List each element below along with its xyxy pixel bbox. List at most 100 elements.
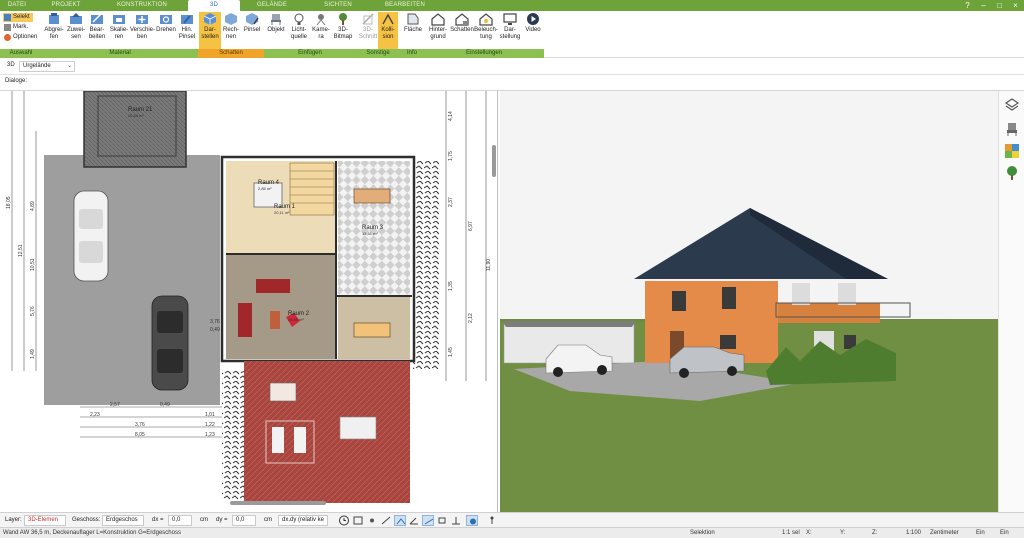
layer-select[interactable]: 3D-Elemen xyxy=(24,515,66,526)
room-1-area: 20,11 m² xyxy=(274,210,290,215)
chair-icon[interactable] xyxy=(1004,121,1020,137)
flaeche-label: Fläche xyxy=(403,27,422,33)
sofa-side[interactable] xyxy=(238,303,252,337)
darstellung-button[interactable]: Dar- stellung xyxy=(498,12,522,49)
kollision-button[interactable]: Kolli- sion xyxy=(378,12,398,49)
geschoss-select[interactable]: Erdgeschos xyxy=(102,515,144,526)
lounger-2[interactable] xyxy=(294,427,306,453)
car-white[interactable] xyxy=(73,190,109,282)
monitor-icon xyxy=(503,13,517,25)
layers-icon[interactable] xyxy=(1004,97,1020,113)
snap-point-icon[interactable] xyxy=(366,515,378,526)
kamera-label: Kame- ra xyxy=(312,27,330,40)
driveway xyxy=(44,155,220,405)
palette-icon[interactable] xyxy=(1004,143,1020,159)
house-shadow-icon xyxy=(455,13,469,26)
clock-icon[interactable] xyxy=(338,515,350,526)
tree-icon[interactable] xyxy=(1004,165,1020,181)
lichtquelle-button[interactable]: Licht- quelle xyxy=(287,12,311,49)
schatten-einstellung-label: Schatten xyxy=(450,27,474,33)
optionen-button[interactable]: Optionen xyxy=(3,33,37,42)
dining-table[interactable] xyxy=(353,188,391,204)
tab-3d[interactable]: 3D xyxy=(188,0,240,11)
3d-bitmap-button[interactable]: 3D- Bitmap xyxy=(331,12,355,49)
schatten-pinsel-button[interactable]: Pinsel xyxy=(241,12,263,49)
snap-active-icon[interactable] xyxy=(466,515,478,526)
plan-horizontal-scrollbar[interactable] xyxy=(230,501,326,505)
status-selektion: Selektion xyxy=(690,530,715,536)
dx-input[interactable]: 0,0 xyxy=(168,515,192,526)
room-2-area: 26,85 m² xyxy=(288,317,304,322)
tab-konstruktion[interactable]: KONSTRUKTION xyxy=(112,0,172,11)
tab-datei[interactable]: DATEI xyxy=(2,0,32,11)
close-icon[interactable]: × xyxy=(1011,1,1020,10)
schatten-darstellen-label: Dar- stellen xyxy=(201,27,219,40)
kitchen-table[interactable] xyxy=(353,322,391,338)
coordinate-mode-select[interactable]: dx,dy (relativ ke xyxy=(278,515,328,526)
objekt-button[interactable]: Objekt xyxy=(265,12,287,49)
status-unit: Zentimeter xyxy=(930,530,959,536)
3d-scene[interactable] xyxy=(500,91,998,512)
tab-sichten[interactable]: SICHTEN xyxy=(318,0,358,11)
tab-projekt[interactable]: PROJEKT xyxy=(46,0,86,11)
drehen-label: Drehen xyxy=(156,27,176,33)
abgreifen-button[interactable]: Abgrei- fen xyxy=(42,12,66,49)
dy-unit: cm xyxy=(264,517,272,523)
eyedropper-icon xyxy=(49,13,59,24)
pin-icon[interactable] xyxy=(486,515,498,526)
snap-edge-icon[interactable] xyxy=(380,515,392,526)
bearbeiten-button[interactable]: Bear- beiten xyxy=(86,12,108,49)
snap-ortho-icon[interactable] xyxy=(422,515,434,526)
terrace[interactable] xyxy=(244,361,410,503)
minimize-icon[interactable]: – xyxy=(979,1,988,10)
verschieben-button[interactable]: Verschie- ben xyxy=(130,12,155,49)
lounger-1[interactable] xyxy=(272,427,284,453)
snap-angle-icon[interactable] xyxy=(408,515,420,526)
skalieren-button[interactable]: Skalie- ren xyxy=(108,12,130,49)
3d-view[interactable] xyxy=(500,91,998,512)
schatten-einstellung-button[interactable]: Schatten xyxy=(450,12,474,49)
drehen-button[interactable]: Drehen xyxy=(155,12,177,49)
flaeche-button[interactable]: Fläche xyxy=(402,12,424,49)
room-21-area: 25,65 m² xyxy=(128,113,144,118)
move-icon xyxy=(136,15,148,24)
dy-input[interactable]: 0,0 xyxy=(232,515,256,526)
sofa[interactable] xyxy=(256,279,290,293)
selekt-label: Selekt xyxy=(13,14,30,20)
status-y: Y: xyxy=(840,530,846,536)
snap-perp-icon[interactable] xyxy=(450,515,462,526)
terrace-table[interactable] xyxy=(339,416,377,440)
schatten-rechnen-button[interactable]: Rech- nen xyxy=(221,12,241,49)
mark-button[interactable]: Mark. xyxy=(3,23,28,32)
room-4-area: 2,85 m² xyxy=(258,186,272,191)
car-dark[interactable] xyxy=(151,295,189,391)
kamera-button[interactable]: Kame- ra xyxy=(311,12,331,49)
layer-select-value: 3D-Elemen xyxy=(28,517,59,523)
maximize-icon[interactable]: □ xyxy=(995,1,1004,10)
plan-vertical-scrollbar[interactable] xyxy=(492,145,496,177)
hin-pinsel-label: Hin. Pinsel xyxy=(178,27,196,40)
terrain-select[interactable]: Urgelände ⌄ xyxy=(19,61,75,72)
floor-plan-view[interactable]: 18,05 12,51 4,89 10,51 5,76 1,49 Raum 21… xyxy=(0,91,498,512)
hintergrund-button[interactable]: Hinter- grund xyxy=(426,12,450,49)
snap-mid-icon[interactable] xyxy=(436,515,448,526)
ribbon-tab-strip: DATEI PROJEKT KONSTRUKTION 3D GELÄNDE SI… xyxy=(0,0,1024,11)
tree-bitmap-icon xyxy=(339,13,347,25)
tab-gelaende[interactable]: GELÄNDE xyxy=(252,0,292,11)
staircase[interactable] xyxy=(289,162,335,216)
selekt-button[interactable]: Selekt xyxy=(3,13,33,22)
coffee-table[interactable] xyxy=(270,311,280,329)
video-button[interactable]: Video xyxy=(522,12,544,49)
status-x: X: xyxy=(806,530,812,536)
beleuchtung-button[interactable]: Beleuch- tung xyxy=(474,12,498,49)
garden-bench[interactable] xyxy=(269,382,297,402)
snap-grid-icon[interactable] xyxy=(352,515,364,526)
zuweisen-button[interactable]: Zuwei- sen xyxy=(66,12,86,49)
snap-line-icon[interactable] xyxy=(394,515,406,526)
tab-bearbeiten[interactable]: BEARBEITEN xyxy=(380,0,430,11)
floor-plan-canvas[interactable]: 18,05 12,51 4,89 10,51 5,76 1,49 Raum 21… xyxy=(0,91,498,512)
hin-pinsel-button[interactable]: Hin. Pinsel xyxy=(177,12,197,49)
help-icon[interactable]: ? xyxy=(963,1,972,10)
schatten-darstellen-button[interactable]: Dar- stellen xyxy=(199,12,221,49)
3d-schnitt-button[interactable]: 3D- Schnitt xyxy=(358,12,378,49)
